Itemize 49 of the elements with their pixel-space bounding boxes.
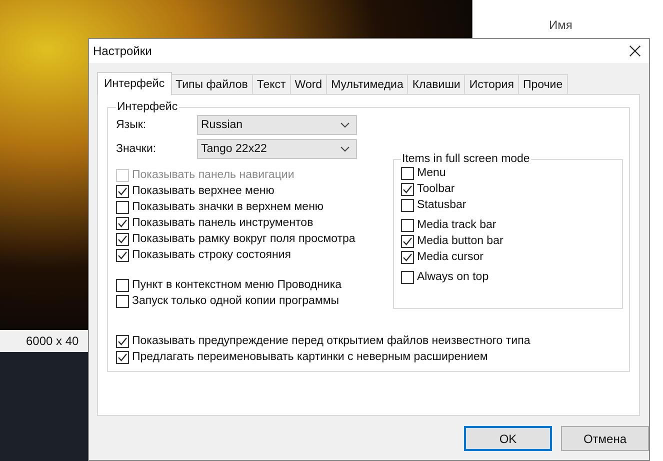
checkbox[interactable] [116, 334, 129, 348]
option-label: Toolbar [417, 183, 455, 195]
checkbox[interactable] [116, 278, 129, 292]
option-label: Показывать строку состояния [132, 249, 292, 261]
option-label: Menu [417, 167, 446, 179]
checkbox[interactable] [116, 294, 129, 308]
option-label: Media button bar [417, 235, 504, 247]
dialog-button[interactable]: OK [464, 426, 552, 451]
option-label: Media track bar [417, 219, 496, 231]
checkbox[interactable] [401, 270, 414, 284]
close-icon[interactable] [629, 45, 641, 57]
option-label: Media cursor [417, 251, 484, 263]
checkbox[interactable] [116, 216, 129, 230]
option-label: Показывать верхнее меню [132, 185, 274, 197]
option-label: Always on top [417, 271, 489, 283]
checkbox[interactable] [116, 232, 129, 246]
option-label: Пункт в контекстном меню Проводника [132, 279, 342, 291]
column-header[interactable]: Имя [549, 18, 572, 32]
window-title: Настройки [93, 44, 152, 58]
caret-icon [340, 146, 350, 152]
dropdown[interactable]: Tango 22x22 [197, 139, 357, 159]
checkbox[interactable] [401, 166, 414, 180]
tab[interactable]: Интерфейс [97, 72, 172, 95]
field-label: Язык: [116, 119, 148, 131]
checkbox[interactable] [401, 218, 414, 232]
option-label: Statusbar [417, 199, 466, 211]
option-label: Предлагать переименовывать картинки с неверным расширением [132, 351, 488, 363]
checkbox[interactable] [116, 184, 129, 198]
option-label: Показывать рамку вокруг поля просмотра [132, 233, 356, 245]
image-size-text: 6000 x 40 [26, 334, 79, 348]
option-label: Показывать значки в верхнем меню [132, 201, 324, 213]
checkbox[interactable] [401, 250, 414, 264]
checkbox[interactable] [116, 350, 129, 364]
field-label: Значки: [116, 143, 158, 155]
group-title: Items in full screen mode [401, 153, 531, 165]
group-title: Интерфейс [116, 101, 179, 113]
checkbox[interactable] [116, 248, 129, 262]
caret-icon [340, 122, 350, 128]
option-label: Показывать предупреждение перед открытием файлов неизвестного типа [132, 335, 530, 347]
checkbox[interactable] [401, 182, 414, 196]
checkbox[interactable] [401, 198, 414, 212]
tab[interactable]: Прочие [518, 74, 568, 94]
option-label: Показывать панель инструментов [132, 217, 314, 229]
dialog-button[interactable]: Отмена [561, 426, 649, 451]
dropdown[interactable]: Russian [197, 115, 357, 135]
option-label: Показывать панель навигации [132, 169, 294, 181]
checkbox[interactable] [116, 200, 129, 214]
option-label: Запуск только одной копии программы [132, 295, 340, 307]
checkbox[interactable] [401, 234, 414, 248]
